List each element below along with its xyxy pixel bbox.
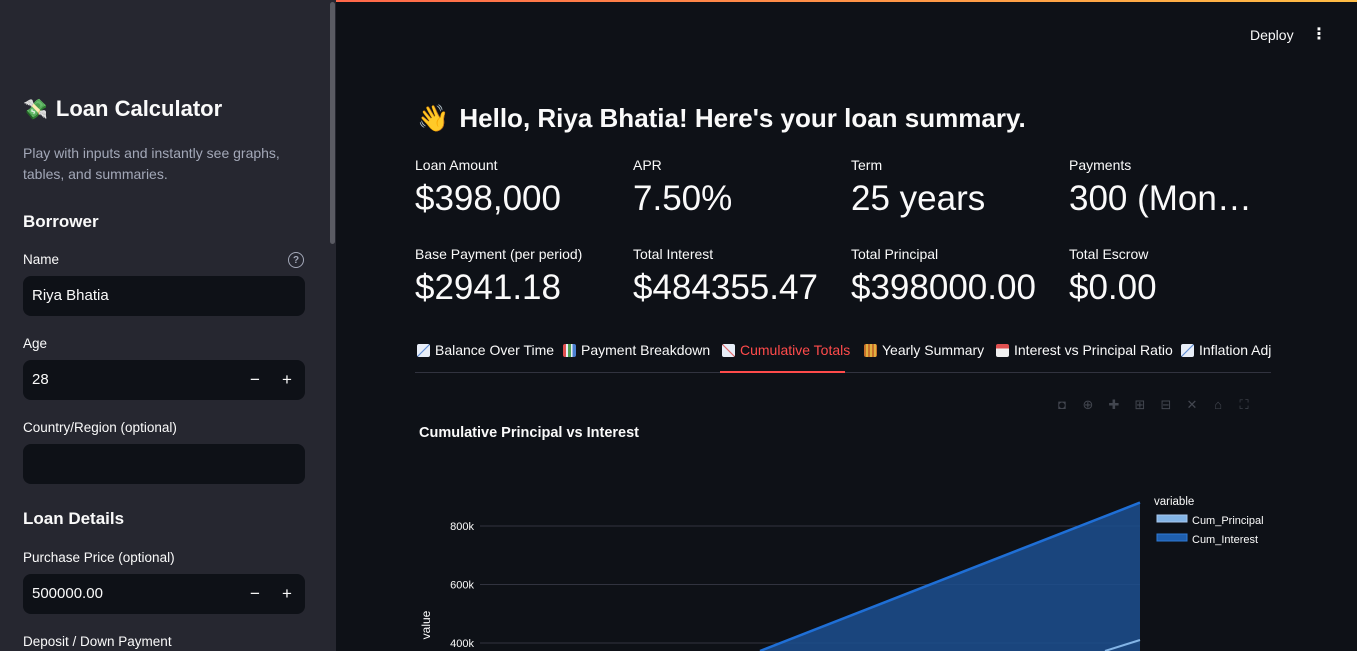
metric-loan-amount: Loan Amount $398,000 [415,157,615,219]
purchase-price-value: 500000.00 [32,585,103,602]
metric-total-escrow: Total Escrow $0.00 [1069,246,1269,308]
y-tick-label: 400k [450,638,474,650]
zoom-in-icon[interactable]: ⊞ [1133,398,1147,412]
legend-title: variable [1154,496,1194,508]
zoom-icon[interactable]: ⊕ [1081,398,1095,412]
metric-value: $2941.18 [415,268,561,307]
deploy-button[interactable]: Deploy [1250,27,1294,43]
camera-icon[interactable]: ◘ [1055,398,1069,412]
metric-value: 7.50% [633,179,733,218]
fullscreen-icon[interactable]: ⛶ [1237,398,1251,412]
metric-value: $484355.47 [633,268,818,307]
section-borrower: Borrower [23,212,99,231]
tab-label: Balance Over Time [435,342,555,358]
country-label: Country/Region (optional) [23,420,177,435]
deposit-label: Deposit / Down Payment [23,634,172,649]
chart-title: Cumulative Principal vs Interest [419,425,639,441]
purchase-increment-button[interactable]: + [275,582,299,606]
main-menu-icon[interactable]: ⋮ [1310,26,1328,44]
purchase-decrement-button[interactable]: − [243,582,267,606]
age-stepper[interactable]: 28 − + [23,360,305,400]
autoscale-icon[interactable]: ✕ [1185,398,1199,412]
chart-toolbar: ◘ ⊕ ✚ ⊞ ⊟ ✕ ⌂ ⛶ [1055,398,1251,412]
metric-value: $398000.00 [851,268,1036,307]
page-title: 👋 Hello, Riya Bhatia! Here's your loan s… [417,103,1026,134]
metric-total-interest: Total Interest $484355.47 [633,246,833,308]
metric-label: Loan Amount [415,157,498,173]
metric-label: Term [851,157,883,173]
purchase-price-label: Purchase Price (optional) [23,550,175,565]
sidebar: 💸 Loan Calculator Play with inputs and i… [0,0,336,651]
tab-yearly-summary[interactable]: Yearly Summary [864,342,984,358]
legend-swatch [1156,533,1188,542]
y-tick-label: 600k [450,580,474,592]
metric-label: Total Escrow [1069,246,1149,262]
metric-label: APR [633,157,662,173]
pan-icon[interactable]: ✚ [1107,398,1121,412]
tab-label: Interest vs Principal Ratio [1014,342,1173,358]
purchase-price-stepper[interactable]: 500000.00 − + [23,574,305,614]
waving-hand-icon: 👋 [417,103,450,133]
section-loan-details: Loan Details [23,509,125,528]
tab-label: Yearly Summary [882,342,985,358]
metric-value: 25 years [851,179,986,218]
tab-balance-over-time[interactable]: Balance Over Time [417,342,554,358]
y-axis-label: value [419,610,433,639]
metric-value: 300 (Mont… [1069,179,1259,218]
metric-label: Total Principal [851,246,939,262]
metric-value: $0.00 [1069,268,1157,307]
country-input[interactable] [23,444,305,484]
metric-payments: Payments 300 (Mont… [1069,157,1269,219]
metric-base-payment: Base Payment (per period) $2941.18 [415,246,615,308]
legend-swatch [1156,514,1188,523]
chart-y-ticks: 800k 600k 400k [450,521,474,650]
sidebar-subtitle: Play with inputs and instantly see graph… [23,145,280,182]
active-tab-indicator [720,371,845,373]
metric-total-principal: Total Principal $398000.00 [851,246,1051,308]
zoom-out-icon[interactable]: ⊟ [1159,398,1173,412]
bar-chart-icon [563,343,576,357]
legend-item-cum-principal[interactable]: Cum_Principal [1156,514,1264,527]
metric-label: Base Payment (per period) [415,246,583,262]
tab-label: Cumulative Totals [740,342,851,358]
tab-label: Payment Breakdown [581,342,711,358]
legend-label: Cum_Principal [1192,515,1264,527]
y-tick-label: 800k [450,521,474,533]
metric-label: Payments [1069,157,1132,173]
tab-interest-principal-ratio[interactable]: Interest vs Principal Ratio [996,342,1173,358]
legend-label: Cum_Interest [1192,534,1258,546]
sidebar-scrollbar[interactable] [330,2,335,244]
area-chart: 800k 600k 400k value variable Cum_Principa… [419,496,1264,651]
home-icon[interactable]: ⌂ [1211,398,1225,412]
tab-payment-breakdown[interactable]: Payment Breakdown [563,342,710,358]
sidebar-title: 💸 Loan Calculator [23,96,222,122]
age-decrement-button[interactable]: − [243,368,267,392]
greeting-text: Hello, Riya Bhatia! Here's your loan sum… [459,103,1026,133]
tab-label: Inflation Adj [1199,342,1271,358]
money-with-wings-icon: 💸 [23,98,48,121]
metric-value: $398,000 [415,179,561,218]
age-label: Age [23,336,48,351]
name-input-value: Riya Bhatia [32,287,109,304]
legend-item-cum-interest[interactable]: Cum_Interest [1156,533,1258,546]
chart-decreasing-icon [1181,343,1194,357]
chart-decreasing-icon [417,343,430,357]
name-label: Name [23,252,60,267]
tab-bar: Balance Over Time Payment Breakdown Cumu… [415,336,1271,373]
calendar-icon [996,343,1009,357]
age-value: 28 [32,371,49,388]
metric-term: Term 25 years [851,157,1051,219]
tab-inflation-adjusted[interactable]: Inflation Adj [1181,342,1271,358]
sidebar-title-text: Loan Calculator [55,96,223,121]
name-input[interactable]: Riya Bhatia [23,276,305,316]
metric-apr: APR 7.50% [633,157,833,219]
chart-increasing-icon [722,343,735,357]
help-icon[interactable]: ? [288,252,304,268]
age-increment-button[interactable]: + [275,368,299,392]
metric-label: Total Interest [633,246,714,262]
tab-cumulative-totals[interactable]: Cumulative Totals [722,342,850,358]
abacus-icon [864,343,877,357]
